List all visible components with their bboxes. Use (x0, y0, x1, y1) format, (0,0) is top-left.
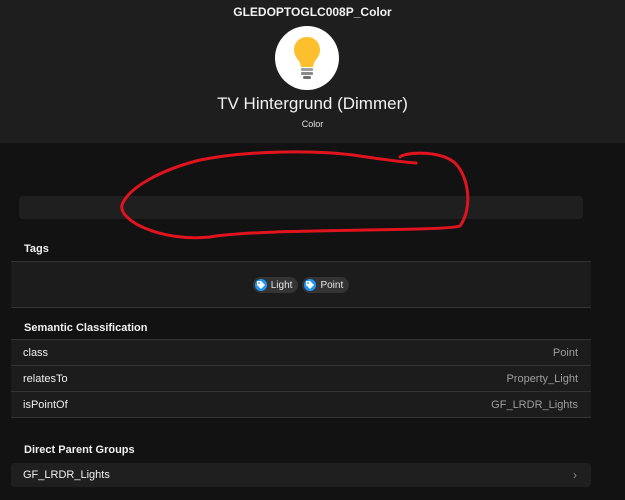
parents-title: Direct Parent Groups (24, 444, 135, 456)
tag-chip-point[interactable]: Point (302, 277, 350, 293)
row-key: isPointOf (23, 399, 68, 411)
parent-group-label: GF_LRDR_Lights (23, 469, 110, 481)
item-header: GLEDOPTOGLC008P_Color TV Hintergrund (Di… (0, 0, 625, 143)
tag-icon (304, 279, 317, 291)
tag-chip-light[interactable]: Light (252, 277, 299, 293)
tag-label: Point (320, 279, 344, 291)
semantic-row-class: class Point (11, 340, 591, 366)
chevron-right-icon: › (573, 468, 577, 482)
avatar (275, 26, 339, 90)
parent-group-item[interactable]: GF_LRDR_Lights › (11, 463, 591, 487)
row-value: GF_LRDR_Lights (491, 399, 578, 411)
item-label: TV Hintergrund (Dimmer) (217, 94, 408, 113)
tags-block: Light Point (11, 261, 591, 308)
semantic-row-relates-to: relatesTo Property_Light (11, 366, 591, 392)
row-value: Property_Light (506, 373, 578, 385)
row-key: relatesTo (23, 373, 68, 385)
item-type: Color (301, 119, 324, 129)
tag-icon (254, 279, 267, 291)
row-value: Point (552, 347, 578, 359)
semantic-row-is-point-of: isPointOf GF_LRDR_Lights (11, 392, 591, 417)
tags-title: Tags (24, 243, 49, 255)
row-key: class (23, 347, 49, 359)
item-state-control[interactable] (19, 196, 583, 219)
semantic-block: class Point relatesTo Property_Light isP… (11, 339, 591, 418)
tag-label: Light (270, 279, 293, 291)
lightbulb-icon (294, 37, 320, 79)
semantic-title: Semantic Classification (24, 322, 148, 334)
item-name: GLEDOPTOGLC008P_Color (233, 5, 392, 19)
